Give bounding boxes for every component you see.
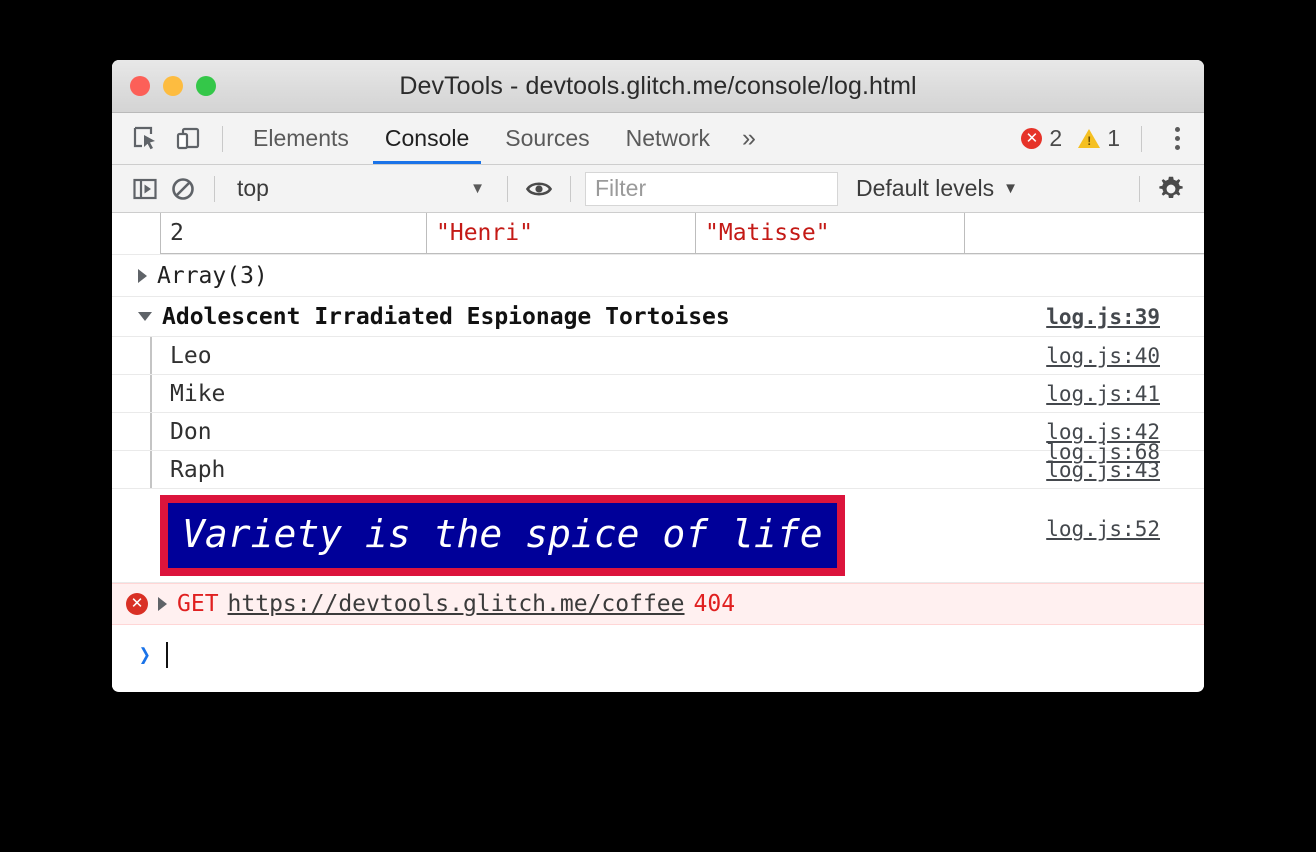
zoom-window-button[interactable]	[196, 76, 216, 96]
error-method: GET	[177, 591, 219, 617]
message-text: Raph	[170, 457, 225, 483]
cursor-select-icon[interactable]	[126, 119, 166, 159]
issue-counters[interactable]: ✕ 2 1	[1021, 125, 1129, 152]
device-toggle-icon[interactable]	[168, 119, 208, 159]
message-text: Don	[170, 419, 212, 445]
console-prompt-row[interactable]: ❯	[112, 625, 1204, 685]
tab-console[interactable]: Console	[367, 113, 487, 164]
tabbar-right-controls: ✕ 2 1	[1021, 113, 1194, 164]
close-window-button[interactable]	[130, 76, 150, 96]
tabbar-divider	[1141, 126, 1142, 152]
devtools-tabbar: Elements Console Sources Network » ✕ 2 1	[112, 113, 1204, 165]
console-sidebar-icon[interactable]	[126, 170, 164, 208]
panel-tabs: Elements Console Sources Network »	[235, 113, 770, 164]
live-expression-eye-icon[interactable]	[520, 170, 558, 208]
console-message-list[interactable]: 2 "Henri" "Matisse" Array(3) Adolescent …	[112, 213, 1204, 691]
console-message-row: Raph log.js:43	[112, 451, 1204, 489]
chevron-right-icon[interactable]	[158, 597, 167, 611]
console-table: 2 "Henri" "Matisse"	[112, 213, 1204, 255]
chevron-down-icon: ▼	[1003, 180, 1018, 197]
minimize-window-button[interactable]	[163, 76, 183, 96]
kebab-menu-icon[interactable]	[1160, 127, 1194, 150]
table-cell-value-1: "Henri"	[427, 213, 696, 254]
console-message-row: Leo log.js:40	[112, 337, 1204, 375]
window-title: DevTools - devtools.glitch.me/console/lo…	[112, 72, 1204, 101]
console-toolbar-divider-1	[214, 176, 215, 202]
message-text: Mike	[170, 381, 225, 407]
tab-sources[interactable]: Sources	[487, 113, 607, 164]
prompt-caret-icon: ❯	[139, 642, 151, 668]
table-row: 2 "Henri" "Matisse"	[161, 213, 1205, 254]
devtools-window: DevTools - devtools.glitch.me/console/lo…	[112, 60, 1204, 692]
screenshot-root: DevTools - devtools.glitch.me/console/lo…	[0, 0, 1316, 852]
console-array-row[interactable]: Array(3)	[112, 255, 1204, 297]
group-header-label: Adolescent Irradiated Espionage Tortoise…	[162, 304, 730, 330]
console-styled-message-row: Variety is the spice of life log.js:52	[112, 489, 1204, 583]
source-link[interactable]: log.js:41	[1046, 382, 1160, 406]
console-group-header[interactable]: Adolescent Irradiated Espionage Tortoise…	[112, 297, 1204, 337]
error-circle-icon: ✕	[126, 593, 148, 615]
array-label: Array(3)	[157, 263, 268, 289]
table-cell-index: 2	[161, 213, 427, 254]
styled-message-text: Variety is the spice of life	[160, 495, 845, 577]
warning-count-label: 1	[1107, 125, 1120, 152]
console-error-row: ✕ GET https://devtools.glitch.me/coffee …	[112, 583, 1204, 625]
source-link[interactable]: log.js:40	[1046, 344, 1160, 368]
window-titlebar: DevTools - devtools.glitch.me/console/lo…	[112, 60, 1204, 113]
log-levels-select[interactable]: Default levels ▼	[856, 175, 1018, 202]
table-cell-value-2: "Matisse"	[696, 213, 965, 254]
console-toolbar-divider-2	[507, 176, 508, 202]
table-cell-value-3	[965, 213, 1205, 254]
message-text: Leo	[170, 343, 212, 369]
execution-context-value: top	[237, 175, 269, 202]
text-cursor	[166, 642, 168, 668]
console-message-row: Don log.js:42	[112, 413, 1204, 451]
error-status-code: 404	[694, 591, 736, 617]
console-toolbar: top ▼ Filter Default levels ▼	[112, 165, 1204, 213]
error-url-link[interactable]: https://devtools.glitch.me/coffee	[228, 591, 685, 617]
tab-network[interactable]: Network	[608, 113, 728, 164]
clear-console-icon[interactable]	[164, 170, 202, 208]
console-toolbar-right	[1127, 165, 1190, 212]
warning-count-icon	[1078, 129, 1100, 148]
console-message-row: Mike log.js:41	[112, 375, 1204, 413]
traffic-lights	[130, 76, 216, 96]
console-toolbar-divider-4	[1139, 176, 1140, 202]
toolbar-divider	[222, 126, 223, 152]
chevron-down-icon: ▼	[470, 180, 485, 197]
source-link[interactable]: log.js:52	[1046, 517, 1160, 541]
gear-icon[interactable]	[1152, 170, 1190, 208]
console-toolbar-divider-3	[570, 176, 571, 202]
chevron-right-icon[interactable]	[138, 269, 147, 283]
execution-context-select[interactable]: top ▼	[227, 172, 495, 206]
log-levels-label: Default levels	[856, 175, 994, 202]
console-group-items: Leo log.js:40 Mike log.js:41 Don log.js:…	[112, 337, 1204, 489]
error-count-icon: ✕	[1021, 128, 1042, 149]
source-link[interactable]: log.js:68	[1046, 440, 1160, 464]
chevron-down-icon[interactable]	[138, 312, 152, 321]
more-tabs-button[interactable]: »	[728, 113, 770, 164]
source-link[interactable]: log.js:39	[1046, 305, 1160, 329]
tab-elements[interactable]: Elements	[235, 113, 367, 164]
error-count-label: 2	[1049, 125, 1062, 152]
filter-input[interactable]: Filter	[585, 172, 838, 206]
